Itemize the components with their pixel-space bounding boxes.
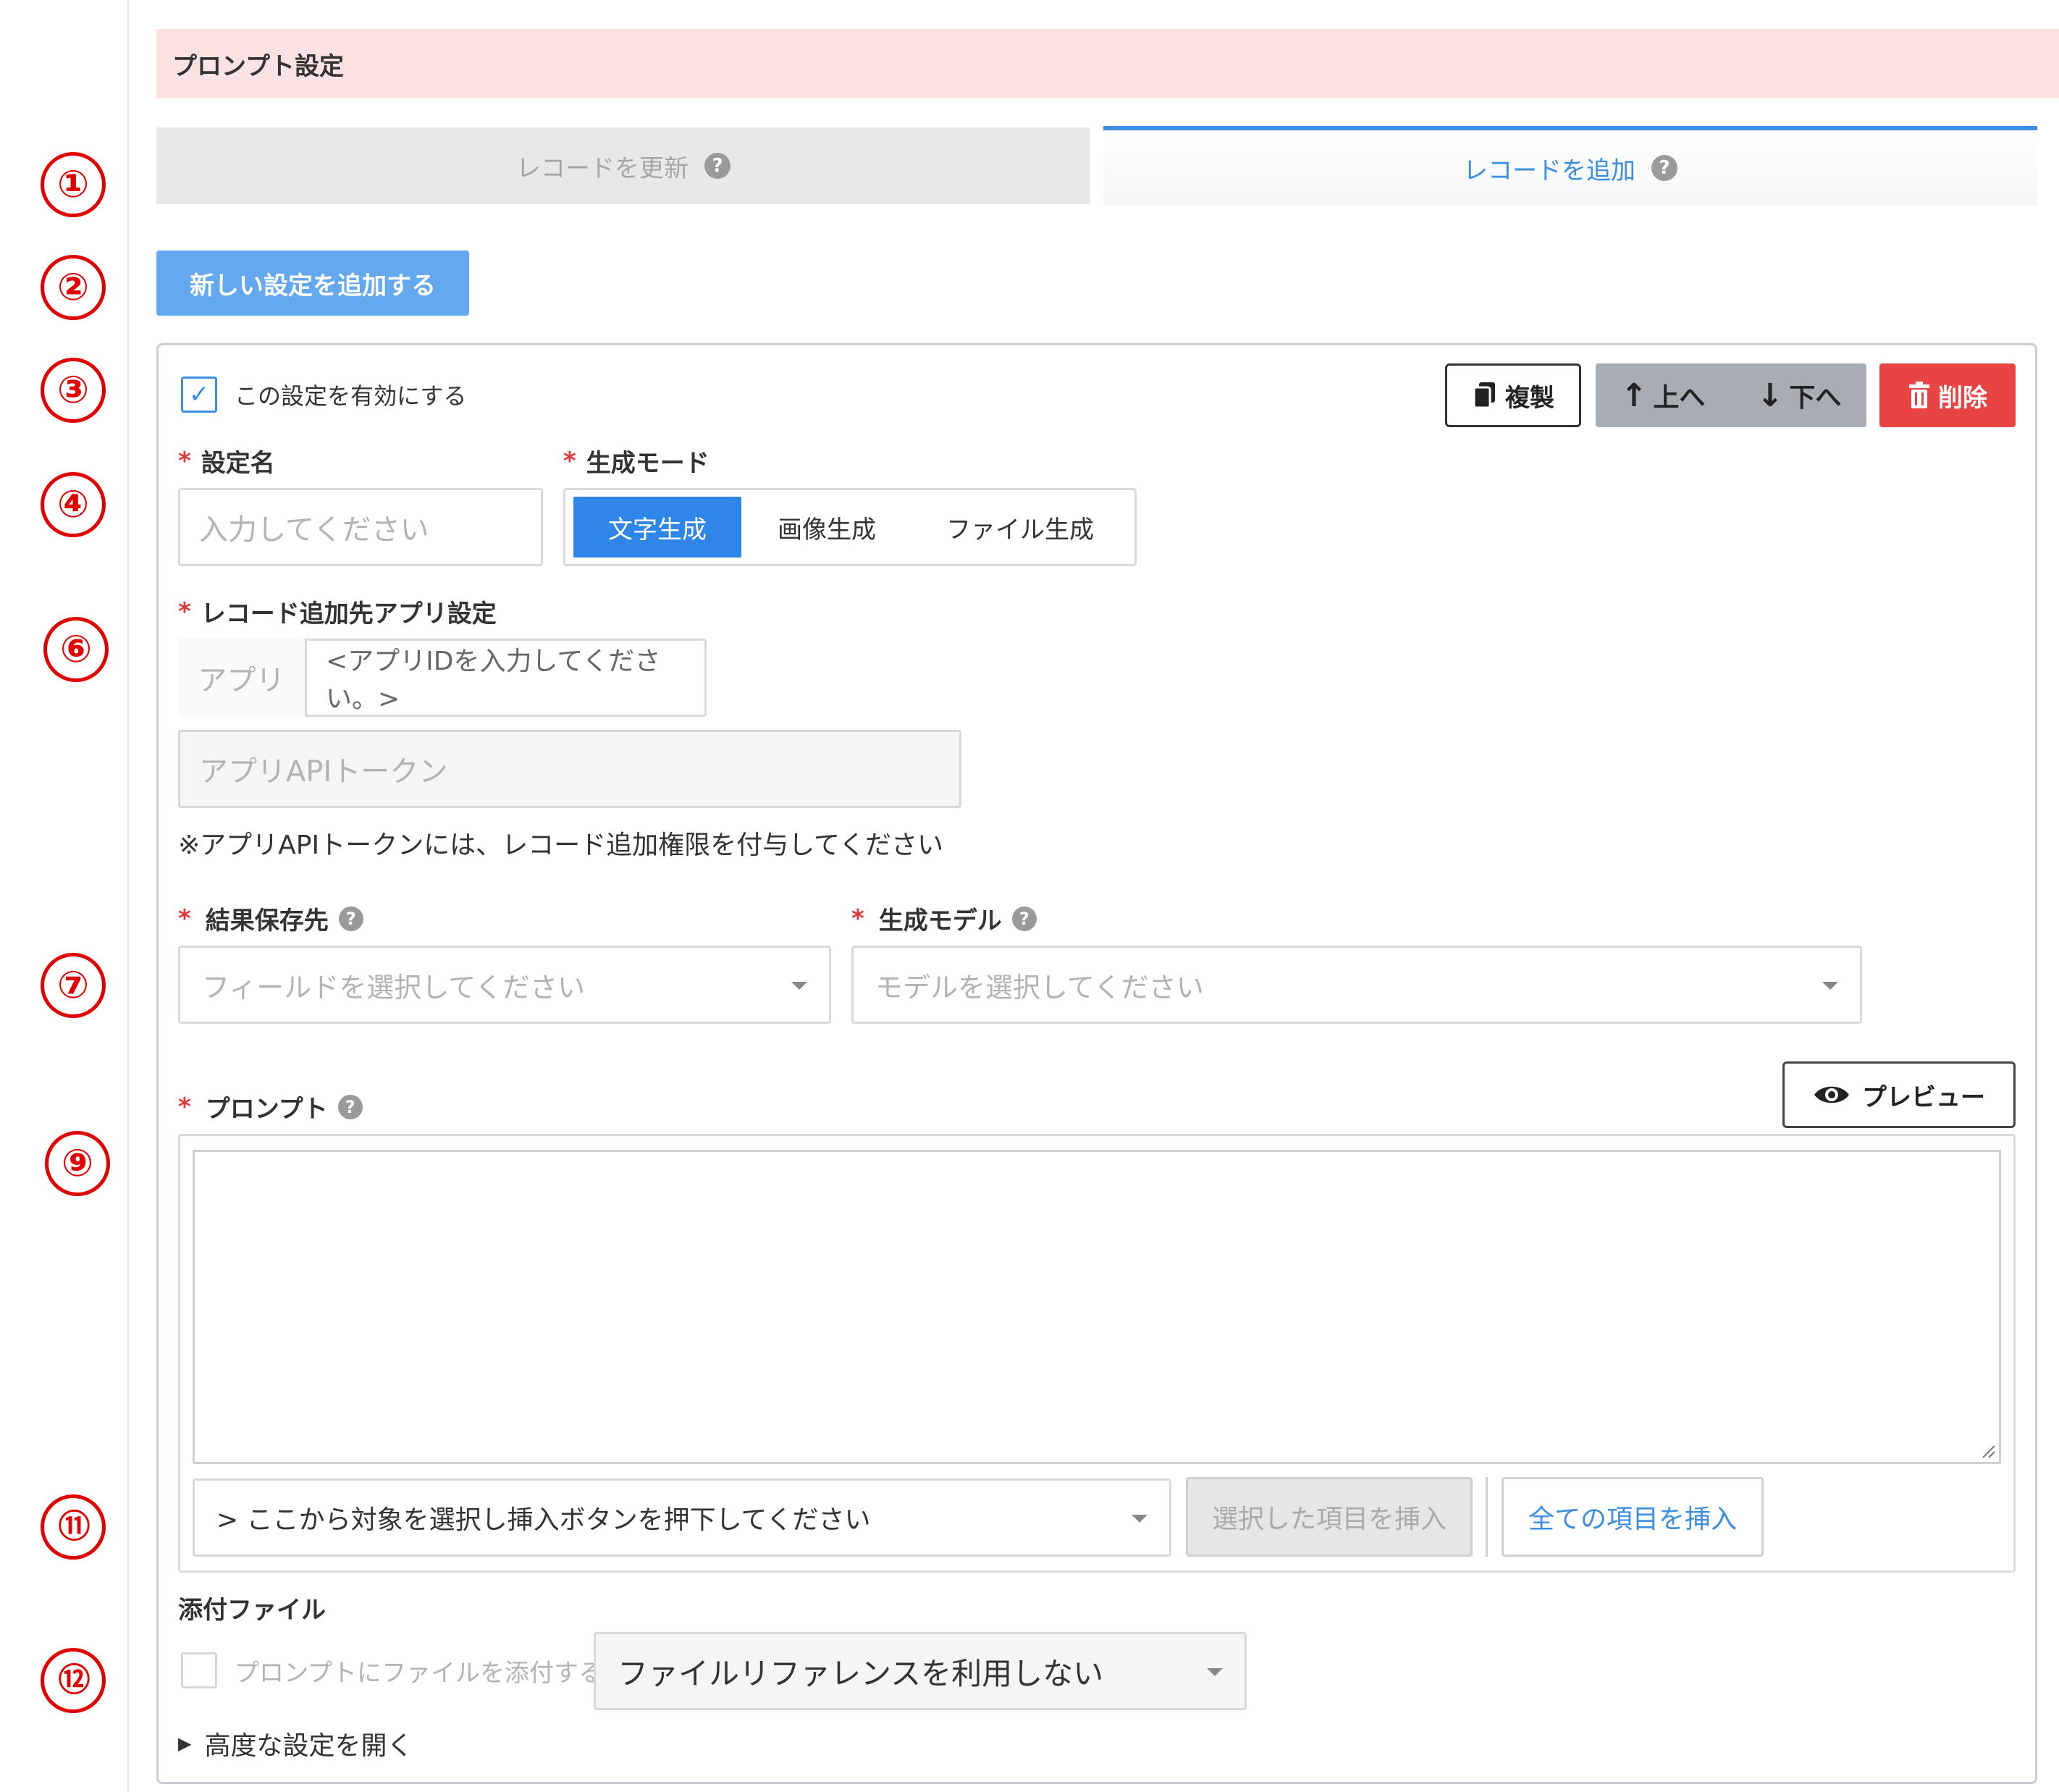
model-placeholder: モデルを選択してください bbox=[875, 971, 1204, 1004]
annotation-marker-2: ② bbox=[41, 255, 106, 320]
triangle-right-icon: ▶ bbox=[178, 1733, 192, 1754]
setting-name-label: 設定名 bbox=[201, 449, 275, 478]
advanced-settings-label: 高度な設定を開く bbox=[204, 1731, 413, 1761]
file-reference-value: ファイルリファレンスを利用しない bbox=[618, 1655, 1104, 1691]
eye-icon bbox=[1814, 1086, 1849, 1103]
result-field-placeholder: フィールドを選択してください bbox=[202, 971, 585, 1004]
button-divider bbox=[1486, 1477, 1488, 1557]
mode-option-image[interactable]: 画像生成 bbox=[741, 497, 912, 558]
move-up-button[interactable]: ↑ 上へ bbox=[1596, 363, 1730, 427]
question-circle-icon[interactable]: ? bbox=[1011, 906, 1037, 931]
tab-add-record[interactable]: レコードを追加 ? bbox=[1103, 126, 2037, 206]
preview-label: プレビュー bbox=[1862, 1082, 1985, 1112]
mode-option-file[interactable]: ファイル生成 bbox=[912, 497, 1128, 558]
model-label-row: * 生成モデル ? bbox=[851, 901, 1037, 936]
question-circle-icon[interactable]: ? bbox=[338, 906, 363, 931]
arrow-down-icon: ↓ bbox=[1756, 377, 1784, 414]
prompt-textarea[interactable] bbox=[193, 1150, 2001, 1464]
caret-down-icon bbox=[1207, 1668, 1223, 1676]
result-field-label-row: * 結果保存先 ? bbox=[178, 901, 363, 936]
required-mark: * bbox=[178, 446, 191, 476]
mode-option-text[interactable]: 文字生成 bbox=[573, 497, 741, 558]
required-mark: * bbox=[178, 904, 191, 933]
move-down-label: 下へ bbox=[1789, 383, 1842, 413]
duplicate-button[interactable]: 複製 bbox=[1445, 363, 1581, 427]
caret-down-icon bbox=[1822, 982, 1838, 990]
enable-checkbox[interactable]: ✓ bbox=[181, 377, 217, 413]
caret-down-icon bbox=[1132, 1515, 1148, 1523]
prompt-label: プロンプト bbox=[205, 1095, 328, 1124]
generation-mode-label: 生成モード bbox=[586, 449, 710, 478]
required-mark: * bbox=[178, 1092, 191, 1122]
copy-icon bbox=[1473, 382, 1495, 409]
duplicate-label: 複製 bbox=[1505, 383, 1554, 413]
tab-add-label: レコードを追加 bbox=[1463, 156, 1635, 185]
model-select[interactable]: モデルを選択してください bbox=[851, 946, 1862, 1024]
enable-setting-row[interactable]: ✓ この設定を有効にする bbox=[181, 377, 466, 413]
app-id-input[interactable]: <アプリIDを入力してください。> bbox=[307, 639, 707, 717]
attach-file-row[interactable]: プロンプトにファイルを添付する bbox=[181, 1652, 603, 1688]
target-app-label-row: * レコード追加先アプリ設定 bbox=[178, 594, 497, 629]
setting-name-label-row: * 設定名 bbox=[178, 443, 275, 479]
arrow-up-icon: ↑ bbox=[1620, 377, 1648, 414]
result-field-select[interactable]: フィールドを選択してください bbox=[178, 946, 831, 1024]
attach-file-checkbox[interactable] bbox=[181, 1652, 217, 1688]
resize-handle-icon[interactable] bbox=[1980, 1443, 1996, 1459]
annotation-marker-4: ④ bbox=[41, 472, 106, 537]
insert-target-placeholder: > ここから対象を選択し挿入ボタンを押下してください bbox=[216, 1505, 871, 1535]
prompt-label-row: * プロンプト ? bbox=[178, 1089, 363, 1124]
annotation-marker-1: ① bbox=[41, 152, 106, 217]
move-down-button[interactable]: ↓ 下へ bbox=[1732, 363, 1866, 427]
api-token-input[interactable]: アプリAPIトークン bbox=[178, 730, 961, 808]
caret-down-icon bbox=[791, 982, 807, 990]
page-title: プロンプト設定 bbox=[172, 51, 344, 81]
insert-all-button[interactable]: 全ての項目を挿入 bbox=[1502, 1477, 1764, 1557]
gutter-divider bbox=[127, 0, 129, 1792]
attach-file-label: プロンプトにファイルを添付する bbox=[235, 1658, 603, 1688]
api-token-note: ※アプリAPIトークンには、レコード追加権限を付与してください bbox=[178, 830, 943, 860]
file-reference-select[interactable]: ファイルリファレンスを利用しない bbox=[594, 1632, 1247, 1710]
app-prefix-label: アプリ bbox=[178, 639, 307, 717]
tab-update-record[interactable]: レコードを更新 ? bbox=[156, 127, 1090, 204]
move-up-label: 上へ bbox=[1653, 383, 1706, 413]
result-field-label: 結果保存先 bbox=[205, 906, 329, 935]
target-app-label: レコード追加先アプリ設定 bbox=[201, 600, 497, 628]
add-setting-button[interactable]: 新しい設定を追加する bbox=[156, 251, 469, 316]
required-mark: * bbox=[563, 446, 576, 476]
delete-label: 削除 bbox=[1938, 383, 1987, 413]
attachment-label: 添付ファイル bbox=[178, 1596, 326, 1625]
required-mark: * bbox=[178, 597, 191, 626]
tab-update-label: レコードを更新 bbox=[516, 153, 689, 183]
preview-button[interactable]: プレビュー bbox=[1782, 1061, 2016, 1128]
check-icon: ✓ bbox=[188, 380, 210, 409]
required-mark: * bbox=[851, 904, 864, 933]
section-header: プロンプト設定 bbox=[156, 29, 2059, 98]
question-circle-icon[interactable]: ? bbox=[1651, 155, 1677, 181]
annotation-marker-6: ⑥ bbox=[43, 617, 109, 682]
insert-target-select[interactable]: > ここから対象を選択し挿入ボタンを押下してください bbox=[193, 1478, 1171, 1557]
insert-selected-button[interactable]: 選択した項目を挿入 bbox=[1186, 1477, 1473, 1557]
enable-checkbox-label: この設定を有効にする bbox=[235, 382, 467, 410]
annotation-marker-3: ③ bbox=[41, 358, 106, 423]
annotation-marker-9: ⑨ bbox=[45, 1131, 110, 1196]
trash-icon bbox=[1909, 382, 1929, 408]
generation-mode-label-row: * 生成モード bbox=[563, 443, 710, 479]
annotation-marker-7: ⑦ bbox=[41, 953, 106, 1018]
setting-name-input[interactable]: 入力してください bbox=[178, 488, 543, 566]
advanced-settings-toggle[interactable]: ▶ 高度な設定を開く bbox=[178, 1725, 413, 1762]
annotation-marker-11: ⑪ bbox=[41, 1494, 106, 1560]
annotation-marker-12: ⑫ bbox=[41, 1648, 106, 1713]
model-label: 生成モデル bbox=[878, 906, 1002, 935]
question-circle-icon[interactable]: ? bbox=[337, 1094, 363, 1119]
delete-button[interactable]: 削除 bbox=[1879, 363, 2016, 427]
question-circle-icon[interactable]: ? bbox=[704, 153, 730, 179]
